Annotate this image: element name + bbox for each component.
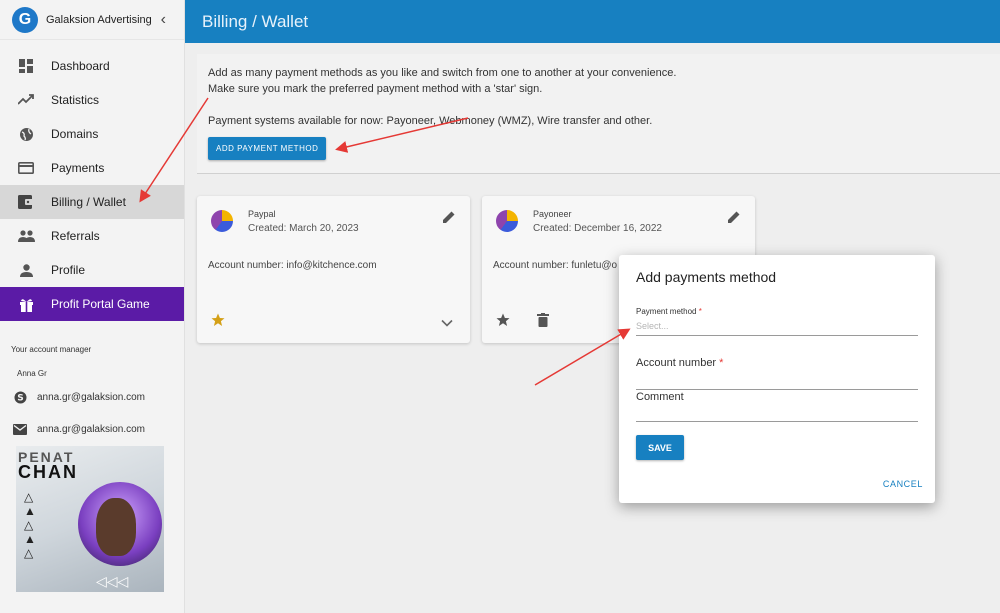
payment-method-label: Payment method * xyxy=(636,307,702,316)
person-icon xyxy=(17,261,35,279)
edit-icon[interactable] xyxy=(442,210,456,229)
required-mark: * xyxy=(719,357,724,369)
sidebar-item-referrals[interactable]: Referrals xyxy=(0,219,184,253)
save-button[interactable]: SAVE xyxy=(636,435,684,460)
account-manager-email[interactable]: anna.gr@galaksion.com xyxy=(0,416,184,442)
comment-field: Comment xyxy=(636,391,918,422)
account-number-label: Account number * xyxy=(636,357,724,369)
add-payment-method-dialog: Add payments method Payment method * Acc… xyxy=(619,255,935,503)
collapse-sidebar-icon[interactable]: ‹ xyxy=(161,11,166,29)
payment-created-date: Created: March 20, 2023 xyxy=(248,223,359,234)
star-icon[interactable] xyxy=(496,313,510,332)
cancel-button[interactable]: CANCEL xyxy=(883,479,923,489)
comment-input[interactable] xyxy=(636,405,918,420)
triangle-icon: △ xyxy=(24,546,34,560)
payment-provider-name: Payoneer xyxy=(533,209,572,219)
sidebar-item-statistics[interactable]: Statistics xyxy=(0,83,184,117)
people-icon xyxy=(17,227,35,245)
rewind-arrows-icon: ◁◁◁ xyxy=(96,573,129,589)
triangle-icon: △ xyxy=(24,518,34,532)
star-icon[interactable] xyxy=(211,313,225,332)
info-text-line: Add as many payment methods as you like … xyxy=(208,67,677,79)
sidebar-item-label: Domains xyxy=(51,127,99,141)
sidebar-item-domains[interactable]: Domains xyxy=(0,117,184,151)
edit-icon[interactable] xyxy=(727,210,741,229)
promo-title-line2: CHAN xyxy=(18,462,78,482)
sidebar-nav: Dashboard Statistics Domains Payments Bi… xyxy=(0,49,184,321)
skype-icon: S xyxy=(13,391,27,404)
promo-character-graphic xyxy=(96,498,136,556)
account-number: Account number: info@kitchence.com xyxy=(208,260,377,271)
payment-provider-logo xyxy=(496,210,518,232)
brand-name: Galaksion Advertising xyxy=(46,13,152,26)
account-manager-title: Your account manager xyxy=(11,345,92,354)
comment-label: Comment xyxy=(636,391,684,403)
payment-provider-name: Paypal xyxy=(248,209,276,219)
sidebar-item-profit-portal-game[interactable]: Profit Portal Game xyxy=(0,287,184,321)
sidebar-item-billing-wallet[interactable]: Billing / Wallet xyxy=(0,185,184,219)
info-text-line: Make sure you mark the preferred payment… xyxy=(208,83,543,95)
sidebar-item-label: Statistics xyxy=(51,93,100,107)
page-title: Billing / Wallet xyxy=(202,11,309,31)
sidebar-item-profile[interactable]: Profile xyxy=(0,253,184,287)
sidebar-item-label: Payments xyxy=(51,161,105,175)
sidebar-item-label: Profile xyxy=(51,263,86,277)
svg-text:S: S xyxy=(17,393,23,403)
sidebar-item-label: Profit Portal Game xyxy=(51,297,150,311)
chevron-down-icon[interactable] xyxy=(441,314,453,332)
credit-card-icon xyxy=(17,159,35,177)
sidebar-item-payments[interactable]: Payments xyxy=(0,151,184,185)
account-number-input[interactable] xyxy=(636,378,918,380)
triangle-icon: ▲ xyxy=(24,504,36,518)
payment-method-card: Paypal Created: March 20, 2023 Account n… xyxy=(197,196,470,343)
dialog-title: Add payments method xyxy=(636,269,777,285)
globe-icon xyxy=(17,125,35,143)
triangle-icon: ▲ xyxy=(24,532,36,546)
sidebar-item-label: Billing / Wallet xyxy=(51,195,126,209)
brand: G Galaksion Advertising ‹ xyxy=(0,0,184,40)
sidebar-item-label: Referrals xyxy=(51,229,100,243)
info-text-line: Payment systems available for now: Payon… xyxy=(208,115,653,127)
add-payment-method-button[interactable]: ADD PAYMENT METHOD xyxy=(208,137,327,160)
info-panel: Add as many payment methods as you like … xyxy=(197,54,1000,174)
sidebar-item-dashboard[interactable]: Dashboard xyxy=(0,49,184,83)
promo-banner[interactable]: PENAT CHAN △ ▲ △ ▲ △ ◁◁◁ xyxy=(16,446,164,592)
top-bar: Billing / Wallet xyxy=(185,0,1000,43)
mail-icon xyxy=(13,423,27,435)
payment-provider-logo xyxy=(211,210,233,232)
account-number-field: Account number * xyxy=(636,357,918,390)
account-manager-email-text: anna.gr@galaksion.com xyxy=(37,423,145,435)
required-mark: * xyxy=(698,307,702,316)
trash-icon[interactable] xyxy=(537,313,549,332)
payment-created-date: Created: December 16, 2022 xyxy=(533,223,662,234)
account-manager-skype-text: anna.gr@galaksion.com xyxy=(37,391,145,403)
account-manager-name: Anna Gr xyxy=(17,369,47,378)
sidebar-item-label: Dashboard xyxy=(51,59,110,73)
payment-method-select[interactable] xyxy=(636,318,918,333)
triangle-icon: △ xyxy=(24,490,34,504)
dashboard-icon xyxy=(17,57,35,75)
gift-icon xyxy=(17,295,35,313)
trending-up-icon xyxy=(17,91,35,109)
wallet-icon xyxy=(17,193,35,211)
account-manager-skype[interactable]: S anna.gr@galaksion.com xyxy=(0,384,184,410)
account-number: Account number: funletu@o xyxy=(493,260,618,271)
brand-logo[interactable]: G xyxy=(12,6,38,33)
sidebar: G Galaksion Advertising ‹ Dashboard Stat… xyxy=(0,0,185,613)
payment-method-field: Payment method * xyxy=(636,307,918,336)
